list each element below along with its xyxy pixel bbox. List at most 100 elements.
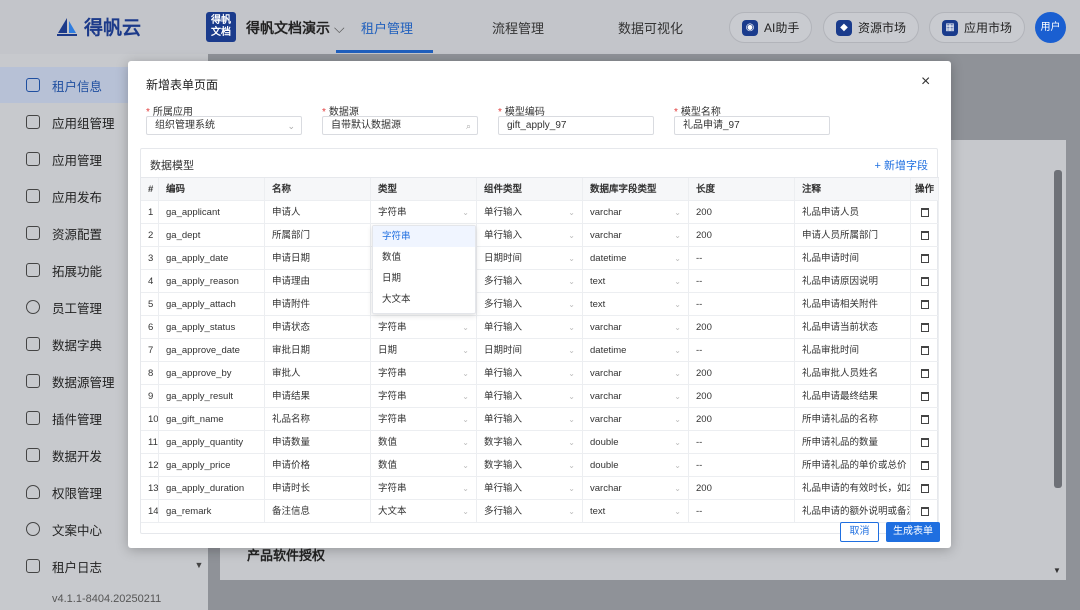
cell-length[interactable]: 200 [689,201,795,224]
cell-length[interactable]: 200 [689,316,795,339]
cell-code[interactable]: ga_dept [159,224,265,247]
cell-name[interactable]: 申请结果 [265,385,371,408]
add-field-button[interactable]: + 新增字段 [875,157,928,173]
generate-form-button[interactable]: 生成表单 [886,522,940,542]
cell-name[interactable]: 申请时长 [265,477,371,500]
cell-code[interactable]: ga_apply_attach [159,293,265,316]
trash-icon[interactable] [920,300,929,309]
cell-component-type[interactable]: 单行输入 ⌄ [477,316,583,339]
cell-name[interactable]: 申请理由 [265,270,371,293]
cell-component-type[interactable]: 多行输入 ⌄ [477,270,583,293]
trash-icon[interactable] [920,507,929,516]
cell-length[interactable]: 200 [689,224,795,247]
cell-length[interactable]: -- [689,247,795,270]
cell-component-type[interactable]: 单行输入 ⌄ [477,201,583,224]
cell-component-type[interactable]: 单行输入 ⌄ [477,477,583,500]
cell-component-type[interactable]: 多行输入 ⌄ [477,293,583,316]
cell-code[interactable]: ga_approve_date [159,339,265,362]
cell-code[interactable]: ga_apply_reason [159,270,265,293]
cell-component-type[interactable]: 数字输入 ⌄ [477,431,583,454]
cell-db-type[interactable]: varchar ⌄ [583,408,689,431]
cell-code[interactable]: ga_apply_duration [159,477,265,500]
cell-db-type[interactable]: double ⌄ [583,454,689,477]
cell-name[interactable]: 申请人 [265,201,371,224]
cell-name[interactable]: 申请状态 [265,316,371,339]
model-name-input[interactable]: 礼品申请_97 [674,116,830,135]
cancel-button[interactable]: 取消 [840,522,879,542]
scroll-down-icon[interactable]: ▼ [1053,566,1061,575]
cell-name[interactable]: 申请日期 [265,247,371,270]
cell-db-type[interactable]: varchar ⌄ [583,477,689,500]
cell-length[interactable]: -- [689,500,795,523]
cell-component-type[interactable]: 单行输入 ⌄ [477,362,583,385]
cell-db-type[interactable]: text ⌄ [583,500,689,523]
cell-length[interactable]: 200 [689,408,795,431]
cell-db-type[interactable]: varchar ⌄ [583,316,689,339]
cell-code[interactable]: ga_apply_price [159,454,265,477]
cell-db-type[interactable]: double ⌄ [583,431,689,454]
cell-component-type[interactable]: 日期时间 ⌄ [477,339,583,362]
cell-db-type[interactable]: varchar ⌄ [583,362,689,385]
tab-process-management[interactable]: 流程管理 [492,18,544,37]
cell-code[interactable]: ga_remark [159,500,265,523]
cell-name[interactable]: 申请数量 [265,431,371,454]
close-icon[interactable]: × [921,73,930,91]
cell-name[interactable]: 申请价格 [265,454,371,477]
tab-tenant-management[interactable]: 租户管理 [361,18,413,37]
cell-component-type[interactable]: 多行输入 ⌄ [477,500,583,523]
cell-comment[interactable]: 所申请礼品的名称 [795,408,911,431]
cell-component-type[interactable]: 单行输入 ⌄ [477,408,583,431]
sidebar-scroll-down-icon[interactable]: ▼ [192,560,206,574]
type-option-date[interactable]: 日期 [373,268,475,289]
cell-code[interactable]: ga_gift_name [159,408,265,431]
type-option-number[interactable]: 数值 [373,247,475,268]
tab-data-visualization[interactable]: 数据可视化 [618,18,683,37]
cell-code[interactable]: ga_apply_result [159,385,265,408]
cell-name[interactable]: 审批人 [265,362,371,385]
cell-db-type[interactable]: text ⌄ [583,270,689,293]
cell-name[interactable]: 备注信息 [265,500,371,523]
trash-icon[interactable] [920,323,929,332]
cell-comment[interactable]: 礼品审批人员姓名 [795,362,911,385]
cell-length[interactable]: -- [689,339,795,362]
cell-code[interactable]: ga_apply_quantity [159,431,265,454]
avatar[interactable]: 用户 [1035,12,1066,43]
trash-icon[interactable] [920,277,929,286]
cell-component-type[interactable]: 数字输入 ⌄ [477,454,583,477]
type-option-bigtext[interactable]: 大文本 [373,289,475,310]
cell-type[interactable]: 字符串 ⌄ [371,362,477,385]
cell-length[interactable]: 200 [689,477,795,500]
datasource-select[interactable]: 自带默认数据源 ⌕ [322,116,478,135]
trash-icon[interactable] [920,415,929,424]
cell-comment[interactable]: 礼品申请相关附件 [795,293,911,316]
trash-icon[interactable] [920,392,929,401]
ai-assistant-button[interactable]: ◉ AI助手 [729,12,813,43]
cell-type[interactable]: 字符串 ⌄ [371,385,477,408]
cell-type[interactable]: 数值 ⌄ [371,454,477,477]
model-code-input[interactable]: gift_apply_97 [498,116,654,135]
trash-icon[interactable] [920,484,929,493]
cell-comment[interactable]: 礼品申请人员 [795,201,911,224]
cell-db-type[interactable]: varchar ⌄ [583,201,689,224]
cell-db-type[interactable]: text ⌄ [583,293,689,316]
cell-comment[interactable]: 礼品审批时间 [795,339,911,362]
cell-db-type[interactable]: datetime ⌄ [583,247,689,270]
cell-db-type[interactable]: datetime ⌄ [583,339,689,362]
app-select[interactable]: 组织管理系统 ⌄ [146,116,302,135]
cell-type[interactable]: 大文本 ⌄ [371,500,477,523]
trash-icon[interactable] [920,438,929,447]
cell-length[interactable]: 200 [689,385,795,408]
trash-icon[interactable] [920,369,929,378]
cell-comment[interactable]: 礼品申请的有效时长，如2个月 [795,477,911,500]
cell-name[interactable]: 审批日期 [265,339,371,362]
trash-icon[interactable] [920,254,929,263]
cell-comment[interactable]: 礼品申请原因说明 [795,270,911,293]
cell-name[interactable]: 申请附件 [265,293,371,316]
cell-comment[interactable]: 礼品申请时间 [795,247,911,270]
trash-icon[interactable] [920,208,929,217]
doc-badge[interactable]: 得帆 文档 [206,12,236,42]
trash-icon[interactable] [920,231,929,240]
cell-comment[interactable]: 申请人员所属部门 [795,224,911,247]
cell-length[interactable]: -- [689,270,795,293]
cell-type[interactable]: 字符串 ⌄ [371,316,477,339]
